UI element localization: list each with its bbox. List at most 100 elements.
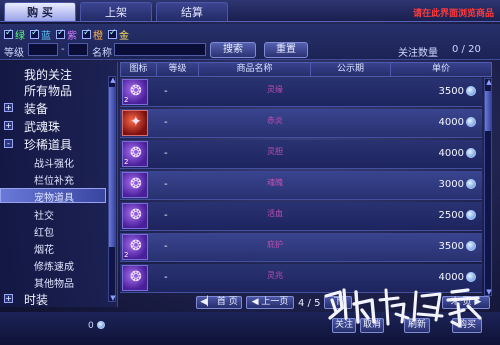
table-scrollbar[interactable]: ▲ ▼ <box>484 78 492 296</box>
level-max-input[interactable] <box>68 43 88 56</box>
expand-icon[interactable]: + <box>4 103 13 112</box>
expand-icon[interactable]: + <box>4 294 13 303</box>
quality-filter-gold[interactable]: 金 <box>108 27 129 42</box>
sidebar-item-label: 红包 <box>34 228 54 239</box>
tab-list[interactable]: 上架 <box>80 2 152 21</box>
sidebar-item-label: 所有物品 <box>24 84 73 98</box>
sidebar-item-label: 珍稀道具 <box>24 138 73 152</box>
sidebar-item-label: 战斗强化 <box>34 159 74 170</box>
sidebar-item-training[interactable]: 修炼速成 <box>0 258 106 273</box>
swirl-icon: ❂ <box>130 145 142 161</box>
sidebar-item-all[interactable]: 所有物品 <box>0 82 106 99</box>
level-label: 等级 <box>4 48 24 59</box>
sidebar-scrollbar[interactable]: ▲ ▼ <box>108 76 116 302</box>
quality-filter-purple[interactable]: 紫 <box>56 27 77 42</box>
sidebar-item-fashion[interactable]: + 时装 <box>0 291 106 308</box>
prev-page-button[interactable]: ◀ 上一页 <box>246 296 294 309</box>
item-price: 4000 <box>438 117 464 128</box>
quality-label: 紫 <box>67 31 77 42</box>
first-page-icon: ◀▏ <box>200 297 215 307</box>
item-level: - <box>164 272 168 283</box>
item-name: 赤炎 <box>267 116 283 125</box>
seal-icon: ✦ <box>130 114 142 130</box>
item-level: - <box>164 179 168 190</box>
col-price: 单价 <box>431 64 450 74</box>
sidebar-item-fireworks[interactable]: 烟花 <box>0 241 106 256</box>
checkbox-icon[interactable] <box>30 28 39 39</box>
table-row[interactable]: ❂ 2 - 灵胆 4000 <box>120 140 482 169</box>
coin-icon <box>96 321 105 329</box>
pet-item-icon[interactable]: ❂ <box>122 172 148 198</box>
tab-settle[interactable]: 结算 <box>156 2 228 21</box>
sidebar-item-label: 烟花 <box>34 245 54 256</box>
quality-filter-blue[interactable]: 蓝 <box>30 27 51 42</box>
swirl-icon: ❂ <box>130 176 142 192</box>
quality-filter-orange[interactable]: 橙 <box>82 27 103 42</box>
checkbox-icon[interactable] <box>4 28 13 39</box>
name-input[interactable] <box>114 43 206 56</box>
item-name: 魂魄 <box>267 178 283 187</box>
col-publicity: 公示期 <box>311 63 391 76</box>
sidebar-item-slot-expand[interactable]: 栏位补充 <box>0 172 106 187</box>
reset-button[interactable]: 重置 <box>264 42 308 58</box>
table-header: 图标 等级 商品名称 公示期 单价 <box>120 62 492 77</box>
swirl-icon: ❂ <box>130 238 142 254</box>
watch-count-value: 0 / 20 <box>452 44 481 55</box>
sidebar-item-rare-items[interactable]: - 珍稀道具 <box>0 136 106 153</box>
pet-item-icon[interactable]: ❂ <box>122 265 148 291</box>
pet-item-icon[interactable]: ❂ 2 <box>122 141 148 167</box>
pet-item-icon[interactable]: ❂ 2 <box>122 79 148 105</box>
item-price: 4000 <box>438 148 464 159</box>
search-button[interactable]: 搜索 <box>210 42 256 58</box>
coin-icon <box>466 148 476 158</box>
coin-icon <box>466 179 476 189</box>
expand-icon[interactable]: + <box>4 121 13 130</box>
swirl-icon: ❂ <box>130 83 142 99</box>
table-row[interactable]: ❂ - 魂魄 3000 <box>120 171 482 200</box>
table-row[interactable]: ✦ - 赤炎 4000 <box>120 109 482 138</box>
filter-bar: 绿 蓝 紫 橙 金 等级 - 名称 搜索 重置 关注数量 0 / 20 <box>0 24 500 60</box>
coin-icon <box>466 86 476 96</box>
pet-item-icon[interactable]: ❂ 2 <box>122 234 148 260</box>
sidebar-item-label: 其他物品 <box>34 279 74 290</box>
collapse-icon[interactable]: - <box>4 139 13 148</box>
sidebar-item-label: 我的关注 <box>24 68 73 82</box>
table-row[interactable]: ❂ 2 - 灵缘 3500 <box>120 78 482 107</box>
quality-filter-green[interactable]: 绿 <box>4 27 25 42</box>
col-level: 等级 <box>157 63 199 76</box>
prev-page-icon: ◀ <box>251 297 259 307</box>
coin-icon <box>466 210 476 220</box>
checkbox-icon[interactable] <box>82 28 91 39</box>
scroll-thumb[interactable] <box>109 87 115 247</box>
sidebar-item-label: 装备 <box>24 102 49 116</box>
pet-item-icon[interactable]: ❂ <box>122 203 148 229</box>
item-level: - <box>164 148 168 159</box>
scroll-thumb[interactable] <box>485 91 491 131</box>
sidebar-item-combat-boost[interactable]: 战斗强化 <box>0 155 106 170</box>
table-row[interactable]: ❂ 2 - 庇护 3500 <box>120 233 482 262</box>
scroll-up-icon[interactable]: ▲ <box>485 78 493 86</box>
sidebar-item-pet-items[interactable]: 宠物道具 <box>0 188 106 204</box>
checkbox-icon[interactable] <box>108 28 117 39</box>
sidebar-item-label: 宠物道具 <box>34 193 74 204</box>
sidebar-item-other[interactable]: 其他物品 <box>0 275 106 290</box>
sidebar-item-red-packet[interactable]: 红包 <box>0 224 106 239</box>
game-logo <box>324 288 482 328</box>
scroll-up-icon[interactable]: ▲ <box>109 76 117 84</box>
level-min-input[interactable] <box>28 43 58 56</box>
item-level: - <box>164 86 168 97</box>
top-notice: 请在此界面浏览商品 <box>412 9 494 19</box>
table-row[interactable]: ❂ - 活血 2500 <box>120 202 482 231</box>
tab-buy[interactable]: 购 买 <box>4 2 76 21</box>
sidebar-item-my-watch[interactable]: 我的关注 <box>0 66 106 83</box>
sidebar-item-label: 武魂珠 <box>24 120 61 134</box>
sidebar-item-equipment[interactable]: + 装备 <box>0 100 106 117</box>
sidebar-item-soul-orb[interactable]: + 武魂珠 <box>0 118 106 135</box>
item-price: 3500 <box>438 86 464 97</box>
first-page-button[interactable]: ◀▏ 首 页 <box>196 296 242 309</box>
checkbox-icon[interactable] <box>56 28 65 39</box>
sidebar-item-social[interactable]: 社交 <box>0 207 106 222</box>
item-level: - <box>164 117 168 128</box>
scroll-down-icon[interactable]: ▼ <box>109 294 117 302</box>
pet-item-icon[interactable]: ✦ <box>122 110 148 136</box>
